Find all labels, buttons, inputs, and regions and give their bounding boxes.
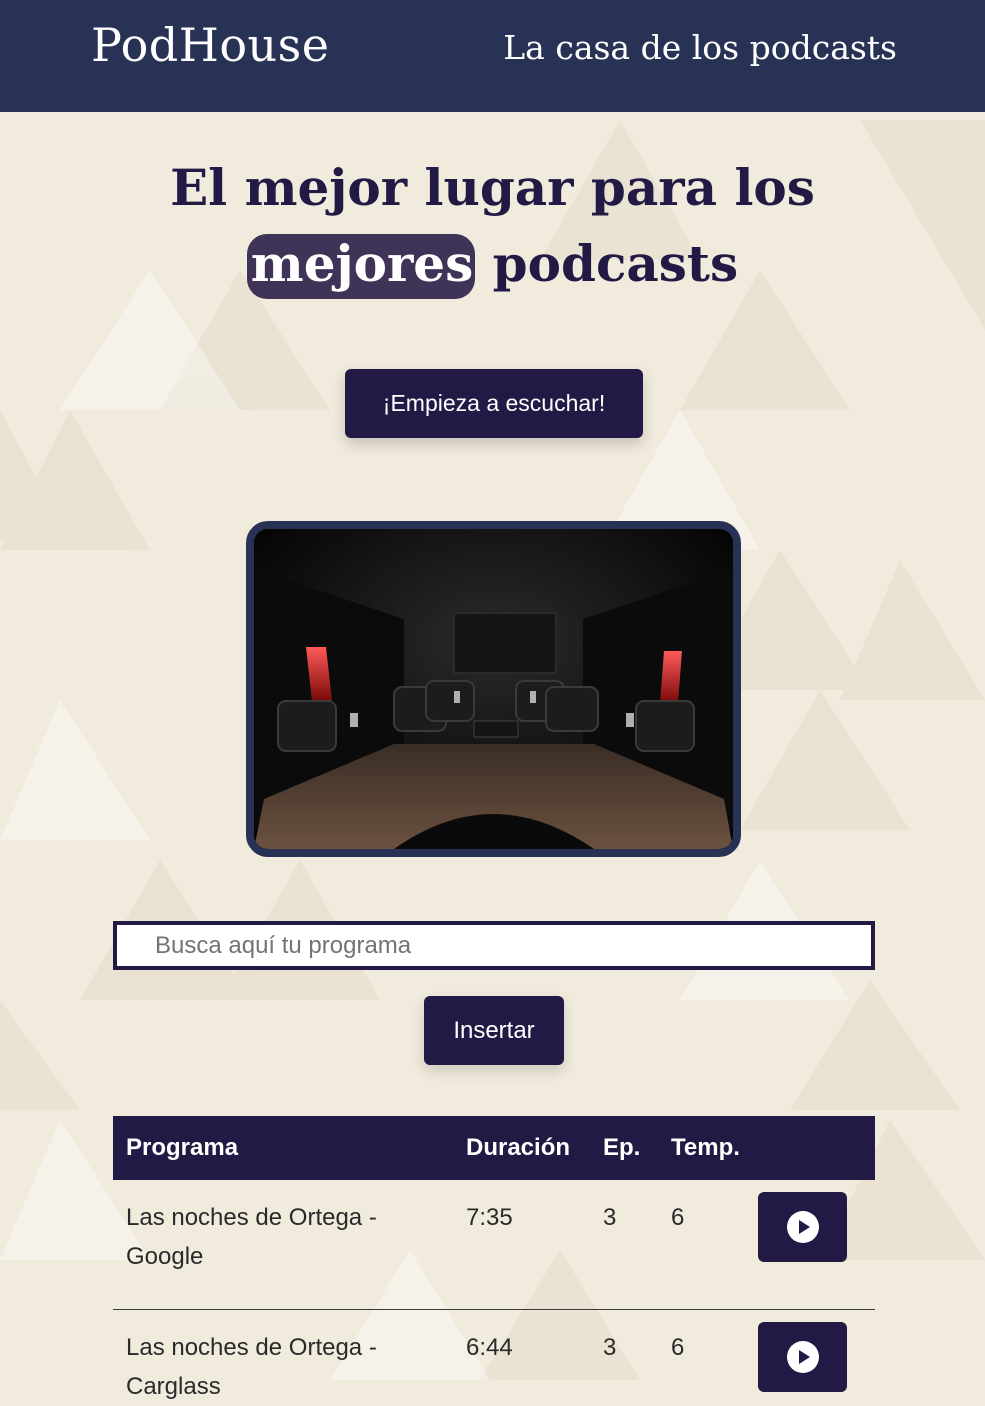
cell-action (758, 1180, 875, 1309)
cell-season: 6 (658, 1308, 758, 1406)
programs-table: Programa Duración Ep. Temp. Las noches d… (113, 1116, 875, 1406)
cell-program: Las noches de Ortega - Carglass (113, 1308, 453, 1406)
play-button[interactable] (758, 1192, 847, 1262)
page: PodHouse La casa de los podcasts El mejo… (0, 0, 985, 1406)
column-header-duration: Duración (466, 1134, 571, 1161)
cell-episode: 3 (590, 1308, 658, 1406)
hero-title-highlight: mejores (246, 234, 476, 299)
cell-duration: 6:44 (453, 1308, 590, 1406)
column-header-season: Temp. (671, 1134, 740, 1161)
header-tagline: La casa de los podcasts (503, 28, 897, 67)
table-row: Las noches de Ortega - Google 7:35 3 6 (113, 1180, 875, 1309)
hero-title: El mejor lugar para los mejores podcasts (60, 150, 925, 302)
brand-logo[interactable]: PodHouse (91, 18, 330, 72)
hero-title-end: podcasts (475, 234, 739, 293)
play-button[interactable] (758, 1321, 847, 1392)
table-row: Las noches de Ortega - Carglass 6:44 3 6 (113, 1308, 875, 1406)
column-header-episode: Ep. (603, 1134, 641, 1161)
play-circle-icon (786, 1340, 819, 1373)
cell-program: Las noches de Ortega - Google (126, 1204, 377, 1270)
site-header: PodHouse La casa de los podcasts (0, 0, 985, 112)
start-listening-button[interactable]: ¡Empieza a escuchar! (345, 369, 643, 438)
column-header-program: Programa (126, 1134, 239, 1161)
table-header-row: Programa Duración Ep. Temp. (113, 1116, 875, 1180)
hero-title-start: El mejor lugar para los (170, 158, 815, 217)
insert-button[interactable]: Insertar (424, 996, 564, 1065)
cell-episode: 3 (603, 1204, 617, 1231)
search-input[interactable] (113, 921, 875, 970)
column-header-action (758, 1116, 875, 1180)
studio-image (246, 521, 741, 857)
cell-season: 6 (671, 1204, 685, 1231)
cell-action (758, 1308, 875, 1406)
play-circle-icon (786, 1211, 819, 1243)
cell-duration: 7:35 (466, 1204, 513, 1231)
